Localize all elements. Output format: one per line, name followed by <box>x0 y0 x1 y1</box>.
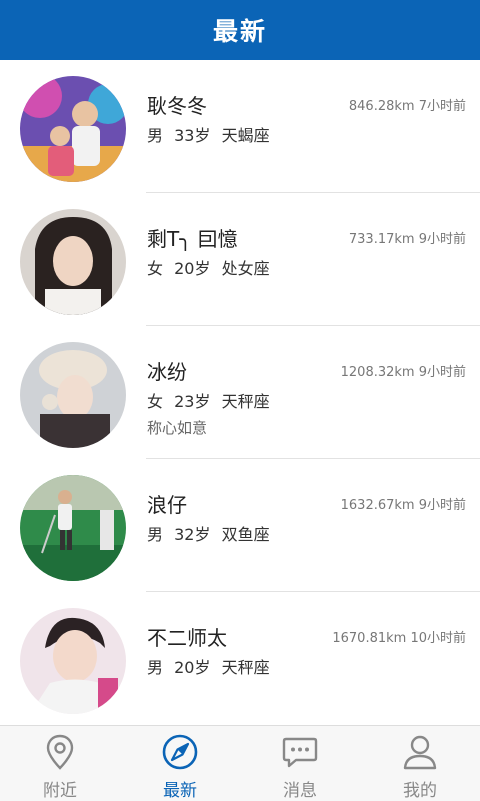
age: 23岁 <box>174 392 211 411</box>
last-active-time: 9小时前 <box>418 232 466 247</box>
gender: 女 <box>147 392 164 411</box>
avatar[interactable] <box>20 209 126 315</box>
user-name: 不二师太 <box>147 626 227 650</box>
bottom-tab-bar: 附近 最新 消息 我的 <box>0 725 480 801</box>
page-title: 最新 <box>212 17 267 46</box>
distance: 1208.32km <box>340 365 415 380</box>
tab-label: 最新 <box>163 781 197 801</box>
avatar[interactable] <box>20 475 126 581</box>
distance-time: 846.28km 7小时前 <box>349 95 466 114</box>
tab-label: 我的 <box>403 781 437 801</box>
last-active-time: 10小时前 <box>410 631 466 646</box>
user-icon <box>403 735 437 770</box>
tab-messages[interactable]: 消息 <box>240 726 360 801</box>
last-active-time: 9小时前 <box>418 365 466 380</box>
tab-profile[interactable]: 我的 <box>360 726 480 801</box>
zodiac: 天蝎座 <box>221 126 270 145</box>
gender: 女 <box>147 259 164 278</box>
status-text: 称心如意 <box>147 419 208 437</box>
distance-time: 733.17km 9小时前 <box>349 228 466 247</box>
age: 20岁 <box>174 658 211 677</box>
distance-time: 1632.67km 9小时前 <box>341 494 466 513</box>
avatar[interactable] <box>20 342 126 448</box>
compass-icon <box>162 734 198 770</box>
user-info: 女 20岁 处女座 <box>147 255 276 279</box>
avatar[interactable] <box>20 608 126 714</box>
tab-label: 附近 <box>43 781 77 801</box>
list-item[interactable]: 剩T╮ 囙憶 733.17km 9小时前 女 20岁 处女座 <box>0 193 480 326</box>
zodiac: 天秤座 <box>221 392 270 411</box>
user-info: 男 32岁 双鱼座 <box>147 521 276 545</box>
top-bar: 最新 <box>0 0 480 60</box>
list-item[interactable]: 浪仔 1632.67km 9小时前 男 32岁 双鱼座 <box>0 459 480 592</box>
tab-latest[interactable]: 最新 <box>120 726 240 801</box>
distance: 1670.81km <box>332 631 407 646</box>
gender: 男 <box>147 525 164 544</box>
zodiac: 处女座 <box>221 259 270 278</box>
tab-nearby[interactable]: 附近 <box>0 726 120 801</box>
list-item[interactable]: 不二师太 1670.81km 10小时前 男 20岁 天秤座 <box>0 592 480 725</box>
distance-time: 1208.32km 9小时前 <box>341 361 466 380</box>
list-item[interactable]: 冰纷 1208.32km 9小时前 女 23岁 天秤座 称心如意 <box>0 326 480 459</box>
chat-bubble-icon <box>282 737 318 768</box>
distance-time: 1670.81km 10小时前 <box>332 627 466 646</box>
tab-label: 消息 <box>283 781 317 801</box>
user-name: 剩T╮ 囙憶 <box>147 227 238 251</box>
age: 20岁 <box>174 259 211 278</box>
gender: 男 <box>147 126 164 145</box>
user-name: 耿冬冬 <box>147 94 207 118</box>
user-list[interactable]: 耿冬冬 846.28km 7小时前 男 33岁 天蝎座 剩T╮ 囙憶 733.1… <box>0 60 480 725</box>
distance: 1632.67km <box>340 498 415 513</box>
distance: 733.17km <box>348 232 415 247</box>
last-active-time: 7小时前 <box>418 99 466 114</box>
avatar[interactable] <box>20 76 126 182</box>
user-info: 女 23岁 天秤座 <box>147 388 276 412</box>
list-item[interactable]: 耿冬冬 846.28km 7小时前 男 33岁 天蝎座 <box>0 60 480 193</box>
age: 33岁 <box>174 126 211 145</box>
user-name: 冰纷 <box>147 360 187 384</box>
distance: 846.28km <box>348 99 415 114</box>
zodiac: 天秤座 <box>221 658 270 677</box>
last-active-time: 9小时前 <box>418 498 466 513</box>
zodiac: 双鱼座 <box>221 525 270 544</box>
age: 32岁 <box>174 525 211 544</box>
user-info: 男 33岁 天蝎座 <box>147 122 276 146</box>
user-info: 男 20岁 天秤座 <box>147 654 276 678</box>
gender: 男 <box>147 658 164 677</box>
user-name: 浪仔 <box>147 493 187 517</box>
location-pin-icon <box>46 734 74 770</box>
